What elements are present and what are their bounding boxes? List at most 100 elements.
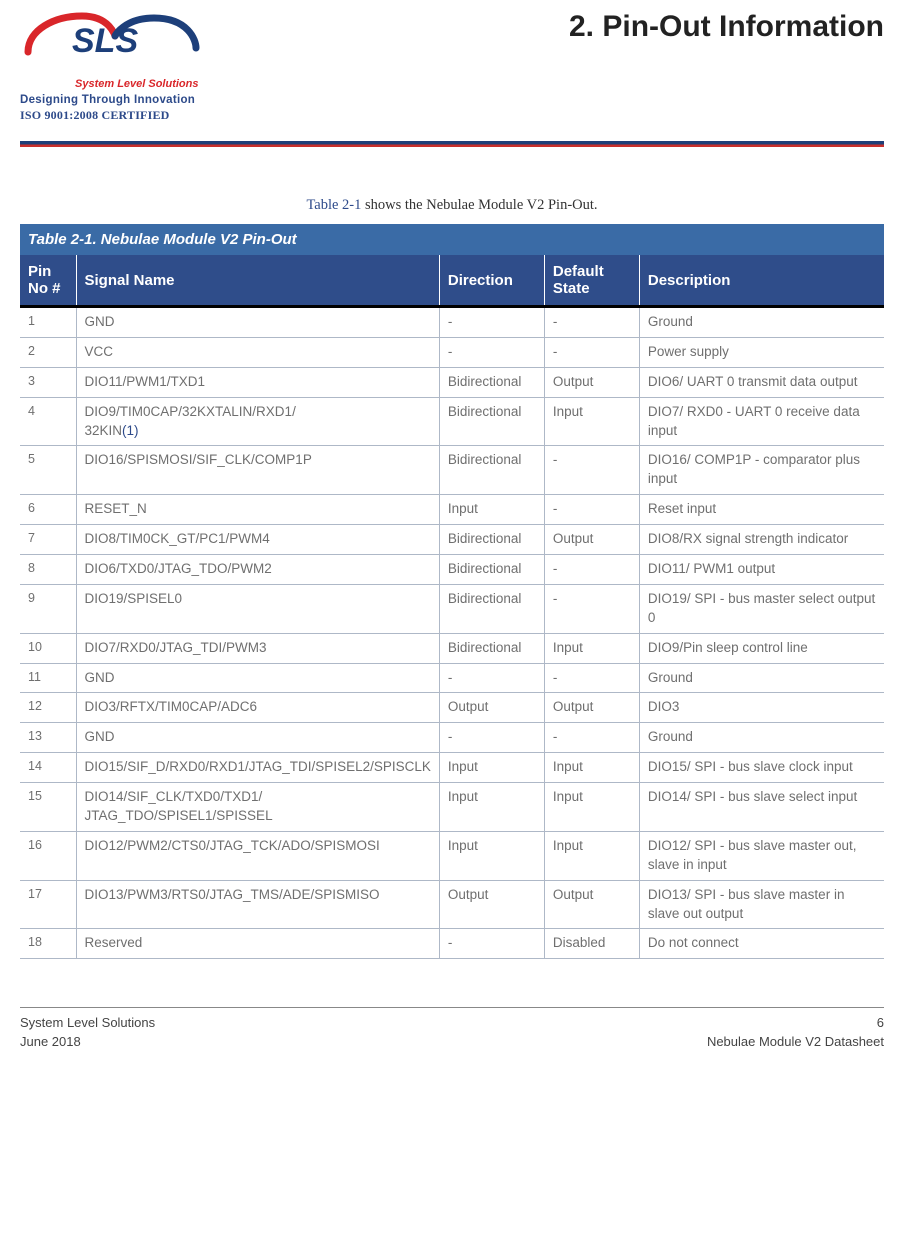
cell-pin-no: 14 bbox=[20, 753, 76, 783]
svg-text:SLS: SLS bbox=[72, 22, 138, 60]
cell-default: Input bbox=[544, 633, 639, 663]
table-row: 7DIO8/TIM0CK_GT/PC1/PWM4BidirectionalOut… bbox=[20, 525, 884, 555]
cell-pin-no: 1 bbox=[20, 307, 76, 338]
cell-description: DIO16/ COMP1P - comparator plus input bbox=[639, 446, 884, 495]
company-logo-icon: SLS bbox=[20, 10, 220, 75]
cell-signal: GND bbox=[76, 723, 439, 753]
table-row: 9DIO19/SPISEL0Bidirectional-DIO19/ SPI -… bbox=[20, 584, 884, 633]
cell-description: DIO15/ SPI - bus slave clock input bbox=[639, 753, 884, 783]
cell-pin-no: 16 bbox=[20, 831, 76, 880]
cell-pin-no: 6 bbox=[20, 495, 76, 525]
table-row: 17DIO13/PWM3/RTS0/JTAG_TMS/ADE/SPISMISOO… bbox=[20, 880, 884, 929]
cell-direction: - bbox=[439, 337, 544, 367]
table-row: 15DIO14/SIF_CLK/TXD0/TXD1/JTAG_TDO/SPISE… bbox=[20, 783, 884, 832]
cell-pin-no: 15 bbox=[20, 783, 76, 832]
cell-default: Input bbox=[544, 783, 639, 832]
cell-signal: DIO9/TIM0CAP/32KXTALIN/RXD1/32KIN(1) bbox=[76, 397, 439, 446]
cell-default: Output bbox=[544, 693, 639, 723]
cell-default: - bbox=[544, 307, 639, 338]
cell-pin-no: 13 bbox=[20, 723, 76, 753]
cell-signal: RESET_N bbox=[76, 495, 439, 525]
cell-default: - bbox=[544, 555, 639, 585]
footer-company: System Level Solutions bbox=[20, 1014, 155, 1033]
cell-signal: DIO11/PWM1/TXD1 bbox=[76, 367, 439, 397]
cell-signal: DIO7/RXD0/JTAG_TDI/PWM3 bbox=[76, 633, 439, 663]
cell-description: DIO8/RX signal strength indicator bbox=[639, 525, 884, 555]
table-row: 5DIO16/SPISMOSI/SIF_CLK/COMP1PBidirectio… bbox=[20, 446, 884, 495]
cell-pin-no: 10 bbox=[20, 633, 76, 663]
col-default: Default State bbox=[544, 255, 639, 307]
footer-doc-title: Nebulae Module V2 Datasheet bbox=[707, 1033, 884, 1052]
cell-description: Ground bbox=[639, 663, 884, 693]
cell-default: - bbox=[544, 723, 639, 753]
cell-signal: Reserved bbox=[76, 929, 439, 959]
cell-default: Input bbox=[544, 397, 639, 446]
cell-signal: DIO13/PWM3/RTS0/JTAG_TMS/ADE/SPISMISO bbox=[76, 880, 439, 929]
cell-signal: DIO15/SIF_D/RXD0/RXD1/JTAG_TDI/SPISEL2/S… bbox=[76, 753, 439, 783]
cell-direction: Bidirectional bbox=[439, 446, 544, 495]
cell-direction: Bidirectional bbox=[439, 397, 544, 446]
cell-direction: - bbox=[439, 663, 544, 693]
cell-description: DIO12/ SPI - bus slave master out, slave… bbox=[639, 831, 884, 880]
col-direction: Direction bbox=[439, 255, 544, 307]
cell-direction: - bbox=[439, 307, 544, 338]
cell-pin-no: 18 bbox=[20, 929, 76, 959]
cell-pin-no: 3 bbox=[20, 367, 76, 397]
cell-pin-no: 8 bbox=[20, 555, 76, 585]
cell-default: - bbox=[544, 495, 639, 525]
cell-signal: GND bbox=[76, 307, 439, 338]
cell-description: DIO9/Pin sleep control line bbox=[639, 633, 884, 663]
tagline: Designing Through Innovation bbox=[20, 94, 240, 106]
cell-description: Do not connect bbox=[639, 929, 884, 959]
cell-signal: DIO6/TXD0/JTAG_TDO/PWM2 bbox=[76, 555, 439, 585]
cell-default: Input bbox=[544, 831, 639, 880]
table-row: 10DIO7/RXD0/JTAG_TDI/PWM3BidirectionalIn… bbox=[20, 633, 884, 663]
cell-signal: DIO19/SPISEL0 bbox=[76, 584, 439, 633]
table-reference-link[interactable]: Table 2-1 bbox=[306, 197, 361, 213]
cell-direction: Input bbox=[439, 495, 544, 525]
table-intro: Table 2-1 shows the Nebulae Module V2 Pi… bbox=[20, 197, 884, 214]
cell-default: Output bbox=[544, 525, 639, 555]
cell-description: DIO6/ UART 0 transmit data output bbox=[639, 367, 884, 397]
cell-direction: Input bbox=[439, 831, 544, 880]
footer-rule bbox=[20, 1007, 884, 1008]
cell-description: Power supply bbox=[639, 337, 884, 367]
cell-description: DIO3 bbox=[639, 693, 884, 723]
cell-signal: DIO8/TIM0CK_GT/PC1/PWM4 bbox=[76, 525, 439, 555]
cell-description: Reset input bbox=[639, 495, 884, 525]
cell-direction: Bidirectional bbox=[439, 633, 544, 663]
cell-description: DIO19/ SPI - bus master select output 0 bbox=[639, 584, 884, 633]
table-title: Table 2-1. Nebulae Module V2 Pin-Out bbox=[20, 224, 884, 255]
cell-signal: DIO12/PWM2/CTS0/JTAG_TCK/ADO/SPISMOSI bbox=[76, 831, 439, 880]
logo-subtitle: System Level Solutions bbox=[75, 78, 240, 90]
cell-default: Output bbox=[544, 367, 639, 397]
cell-signal: DIO3/RFTX/TIM0CAP/ADC6 bbox=[76, 693, 439, 723]
cell-signal: VCC bbox=[76, 337, 439, 367]
cell-default: Disabled bbox=[544, 929, 639, 959]
cell-description: DIO11/ PWM1 output bbox=[639, 555, 884, 585]
table-row: 3DIO11/PWM1/TXD1BidirectionalOutputDIO6/… bbox=[20, 367, 884, 397]
cell-direction: - bbox=[439, 929, 544, 959]
cell-direction: Output bbox=[439, 693, 544, 723]
intro-text: shows the Nebulae Module V2 Pin-Out. bbox=[361, 197, 597, 213]
cell-default: Input bbox=[544, 753, 639, 783]
cell-pin-no: 2 bbox=[20, 337, 76, 367]
table-row: 18Reserved-DisabledDo not connect bbox=[20, 929, 884, 959]
cell-direction: Input bbox=[439, 753, 544, 783]
cell-direction: Bidirectional bbox=[439, 555, 544, 585]
cell-pin-no: 9 bbox=[20, 584, 76, 633]
cell-default: Output bbox=[544, 880, 639, 929]
table-row: 1GND--Ground bbox=[20, 307, 884, 338]
table-title-row: Table 2-1. Nebulae Module V2 Pin-Out bbox=[20, 224, 884, 255]
cell-default: - bbox=[544, 446, 639, 495]
cell-direction: Bidirectional bbox=[439, 525, 544, 555]
cell-direction: Output bbox=[439, 880, 544, 929]
footer-page-number: 6 bbox=[707, 1014, 884, 1033]
cell-description: DIO13/ SPI - bus slave master in slave o… bbox=[639, 880, 884, 929]
cell-direction: Input bbox=[439, 783, 544, 832]
table-row: 8DIO6/TXD0/JTAG_TDO/PWM2Bidirectional-DI… bbox=[20, 555, 884, 585]
logo-block: SLS System Level Solutions Designing Thr… bbox=[20, 10, 240, 123]
cell-default: - bbox=[544, 663, 639, 693]
col-description: Description bbox=[639, 255, 884, 307]
cell-pin-no: 7 bbox=[20, 525, 76, 555]
